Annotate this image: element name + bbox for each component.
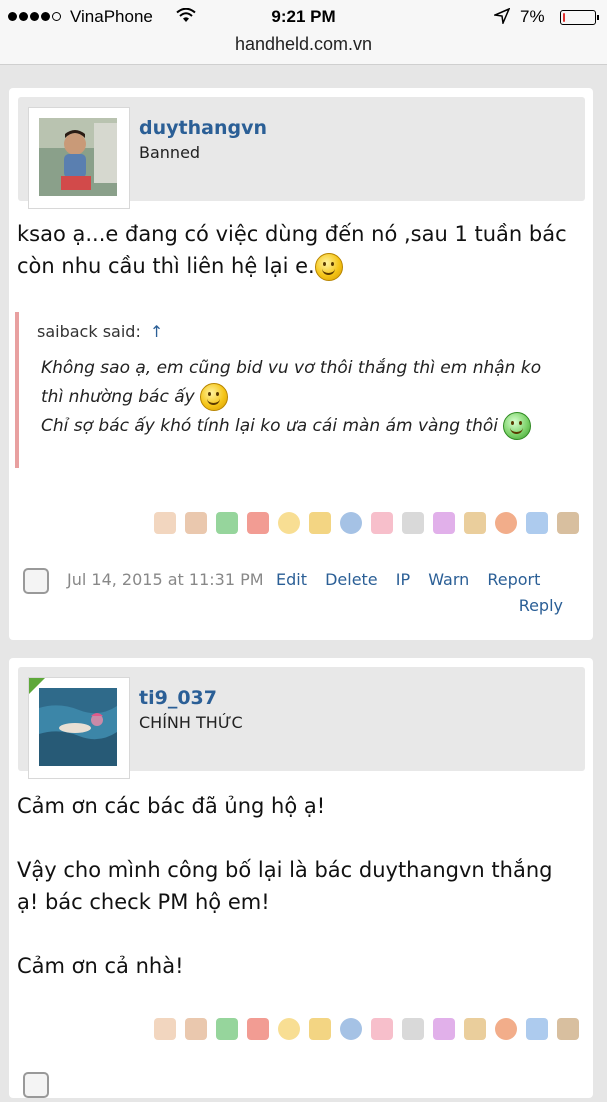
ios-status-bar: VinaPhone 9:21 PM 7% handheld.com.vn — [0, 0, 607, 65]
quote-block: saiback said: ↑ Không sao ạ, em cũng bid… — [15, 312, 579, 468]
quote-header: saiback said: ↑ — [37, 322, 163, 341]
winner-icon[interactable] — [309, 1018, 331, 1040]
message-line: ạ! bác check PM hộ em! — [17, 890, 270, 914]
post-message: Cảm ơn các bác đã ủng hộ ạ! Vậy cho mình… — [17, 790, 577, 982]
creative-icon[interactable] — [464, 512, 486, 534]
rainbow-icon[interactable] — [433, 1018, 455, 1040]
agree-icon[interactable] — [216, 512, 238, 534]
avatar[interactable] — [39, 118, 117, 196]
message-line: ksao ạ...e đang có việc dùng đến nó ,sau… — [17, 222, 567, 246]
battery-percentage: 7% — [520, 7, 545, 26]
useful-icon[interactable] — [402, 1018, 424, 1040]
disagree-icon[interactable] — [247, 1018, 269, 1040]
select-post-checkbox[interactable] — [23, 568, 49, 594]
message-text: còn nhu cầu thì liên hệ lại e. — [17, 254, 315, 278]
quote-text: thì nhường bác ấy — [41, 387, 195, 407]
grin-emoticon-icon — [503, 412, 532, 440]
username-link[interactable]: ti9_037 — [139, 687, 217, 709]
post-author-block: ti9_037 CHÍNH THỨC — [18, 667, 585, 779]
late-icon[interactable] — [495, 1018, 517, 1040]
love-icon[interactable] — [371, 512, 393, 534]
url-bar[interactable]: handheld.com.vn — [0, 34, 607, 55]
select-post-checkbox[interactable] — [23, 1072, 49, 1098]
smile-emoticon-icon — [200, 383, 229, 411]
rainbow-icon[interactable] — [433, 512, 455, 534]
quote-body: Không sao ạ, em cũng bid vu vơ thôi thắn… — [41, 354, 561, 441]
useful-icon[interactable] — [402, 512, 424, 534]
creative-icon[interactable] — [464, 1018, 486, 1040]
reaction-bar — [145, 512, 579, 538]
post-card: duythangvn Banned ksao ạ...e đang có việ… — [9, 88, 593, 640]
reply-link[interactable]: Reply — [519, 596, 563, 615]
message-line: Vậy cho mình công bố lại là bác duythang… — [17, 858, 553, 882]
edit-link[interactable]: Edit — [276, 570, 307, 589]
funny-icon[interactable] — [278, 512, 300, 534]
username-link[interactable]: duythangvn — [139, 117, 267, 139]
location-arrow-icon — [492, 7, 511, 29]
reaction-bar — [145, 1018, 579, 1044]
quote-line: thì nhường bác ấy — [41, 383, 561, 412]
post-meta — [23, 1072, 53, 1102]
quote-text: Chỉ sợ bác ấy khó tính lại ko ưa cái màn… — [41, 416, 498, 436]
post-card: ti9_037 CHÍNH THỨC Cảm ơn các bác đã ủng… — [9, 658, 593, 1098]
informative-icon[interactable] — [340, 1018, 362, 1040]
avatar-frame[interactable] — [28, 107, 130, 209]
spelling-icon[interactable] — [526, 1018, 548, 1040]
agree-icon[interactable] — [216, 1018, 238, 1040]
warn-link[interactable]: Warn — [428, 570, 469, 589]
user-title: Banned — [139, 143, 201, 162]
battery-icon — [560, 10, 599, 25]
battery-level-fill — [563, 13, 565, 22]
post-date[interactable]: Jul 14, 2015 at 11:31 PM — [67, 570, 264, 589]
archive-icon[interactable] — [557, 512, 579, 534]
clock-time: 9:21 PM — [271, 7, 336, 26]
late-icon[interactable] — [495, 512, 517, 534]
winner-icon[interactable] — [309, 512, 331, 534]
staff-badge-icon — [29, 678, 45, 694]
like-icon[interactable] — [154, 1018, 176, 1040]
disagree-icon[interactable] — [247, 512, 269, 534]
quote-author: saiback said: — [37, 322, 141, 341]
message-line: còn nhu cầu thì liên hệ lại e. — [17, 250, 577, 282]
post-actions: Edit Delete IP Warn Report — [276, 570, 553, 589]
avatar[interactable] — [39, 688, 117, 766]
funny-icon[interactable] — [278, 1018, 300, 1040]
informative-icon[interactable] — [340, 512, 362, 534]
message-paragraph: Cảm ơn cả nhà! — [17, 954, 184, 978]
dislike-icon[interactable] — [185, 1018, 207, 1040]
user-title: CHÍNH THỨC — [139, 713, 243, 732]
post-author-block: duythangvn Banned — [18, 97, 585, 209]
quote-source-arrow-icon[interactable]: ↑ — [150, 322, 163, 341]
spelling-icon[interactable] — [526, 512, 548, 534]
like-icon[interactable] — [154, 512, 176, 534]
love-icon[interactable] — [371, 1018, 393, 1040]
avatar-frame[interactable] — [28, 677, 130, 779]
quote-line: Chỉ sợ bác ấy khó tính lại ko ưa cái màn… — [41, 412, 561, 441]
message-paragraph: Cảm ơn các bác đã ủng hộ ạ! — [17, 794, 326, 818]
delete-link[interactable]: Delete — [325, 570, 378, 589]
quote-line: Không sao ạ, em cũng bid vu vơ thôi thắn… — [41, 358, 542, 378]
ip-link[interactable]: IP — [396, 570, 410, 589]
post-meta: Jul 14, 2015 at 11:31 PM Edit Delete IP … — [23, 568, 583, 598]
dislike-icon[interactable] — [185, 512, 207, 534]
post-message: ksao ạ...e đang có việc dùng đến nó ,sau… — [17, 218, 577, 282]
report-link[interactable]: Report — [487, 570, 540, 589]
archive-icon[interactable] — [557, 1018, 579, 1040]
smile-emoticon-icon — [314, 253, 343, 281]
